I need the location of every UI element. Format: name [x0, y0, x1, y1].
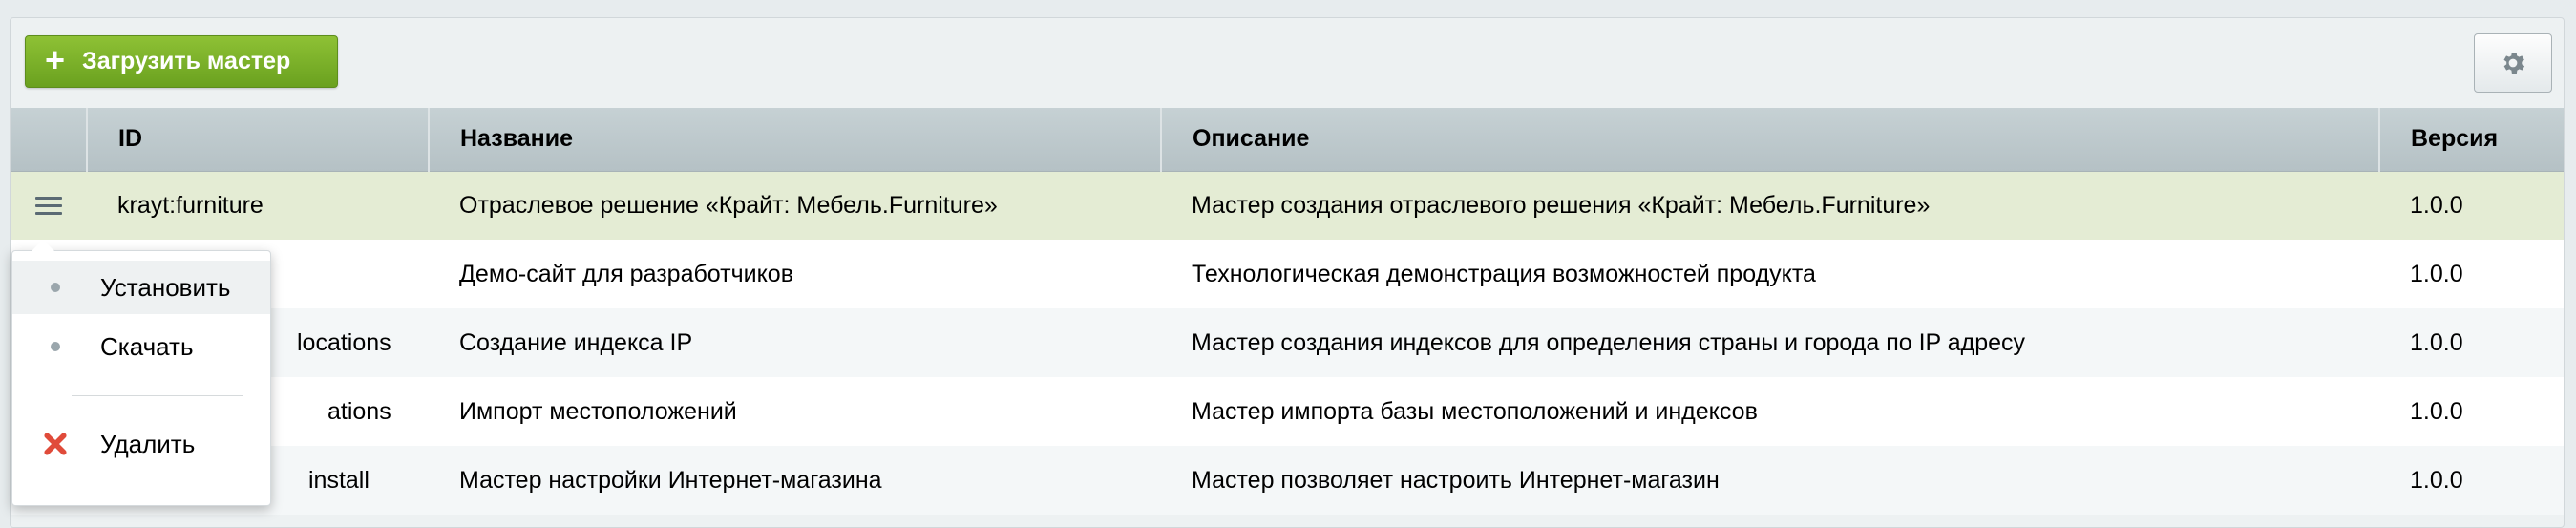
cell-version: 1.0.0: [2379, 377, 2564, 446]
table-header: ID Название Описание Версия: [11, 108, 2564, 172]
menu-item-delete[interactable]: Удалить: [12, 417, 270, 471]
upload-wizard-label: Загрузить мастер: [82, 48, 291, 74]
header-version[interactable]: Версия: [2379, 108, 2564, 172]
menu-item-download[interactable]: Скачать: [12, 320, 270, 373]
table-row[interactable]: locations Создание индекса IP Мастер соз…: [11, 308, 2564, 377]
table-row[interactable]: Демо-сайт для разработчиков Технологичес…: [11, 240, 2564, 308]
cell-name: Отраслевое решение «Крайт: Мебель.Furnit…: [429, 171, 1161, 240]
cell-description: Мастер создания отраслевого решения «Кра…: [1161, 171, 2379, 240]
bullet-icon: [51, 283, 60, 292]
plus-icon: +: [45, 40, 66, 79]
table-row[interactable]: install Мастер настройки Интернет-магази…: [11, 446, 2564, 515]
cell-name: Мастер настройки Интернет-магазина: [429, 446, 1161, 515]
delete-icon: [44, 433, 67, 455]
menu-item-delete-label: Удалить: [100, 429, 196, 458]
cell-description: Мастер позволяет настроить Интернет-мага…: [1161, 446, 2379, 515]
cell-name: Импорт местоположений: [429, 377, 1161, 446]
menu-item-install-label: Установить: [100, 272, 231, 302]
row-menu-cell[interactable]: [11, 171, 87, 240]
menu-separator: [72, 395, 243, 396]
cell-name: Создание индекса IP: [429, 308, 1161, 377]
menu-item-install[interactable]: Установить: [12, 261, 270, 314]
bullet-icon: [51, 342, 60, 351]
table-row[interactable]: ations Импорт местоположений Мастер импо…: [11, 377, 2564, 446]
cell-id: krayt:furniture: [87, 171, 429, 240]
cell-version: 1.0.0: [2379, 308, 2564, 377]
table-row[interactable]: krayt:furniture Отраслевое решение «Край…: [11, 171, 2564, 240]
row-context-menu: Установить Скачать Удалить: [11, 240, 271, 506]
wizards-table: ID Название Описание Версия krayt:furnit…: [11, 108, 2564, 515]
menu-item-download-label: Скачать: [100, 331, 194, 361]
settings-button[interactable]: [2474, 33, 2552, 93]
hamburger-menu-icon[interactable]: [35, 192, 62, 220]
header-description[interactable]: Описание: [1161, 108, 2380, 172]
gear-icon: [2503, 53, 2525, 74]
popup-arrow: [32, 240, 54, 251]
wizards-panel: + Загрузить мастер ID Название Описание …: [10, 17, 2565, 528]
cell-version: 1.0.0: [2379, 171, 2564, 240]
header-menu-col: [11, 108, 88, 172]
cell-name: Демо-сайт для разработчиков: [429, 240, 1161, 308]
header-id[interactable]: ID: [87, 108, 430, 172]
cell-version: 1.0.0: [2379, 240, 2564, 308]
cell-description: Технологическая демонстрация возможносте…: [1161, 240, 2379, 308]
toolbar: + Загрузить мастер: [11, 18, 2564, 108]
cell-version: 1.0.0: [2379, 446, 2564, 515]
cell-description: Мастер создания индексов для определения…: [1161, 308, 2379, 377]
cell-description: Мастер импорта базы местоположений и инд…: [1161, 377, 2379, 446]
header-name[interactable]: Название: [429, 108, 1162, 172]
upload-wizard-button[interactable]: + Загрузить мастер: [25, 35, 338, 88]
